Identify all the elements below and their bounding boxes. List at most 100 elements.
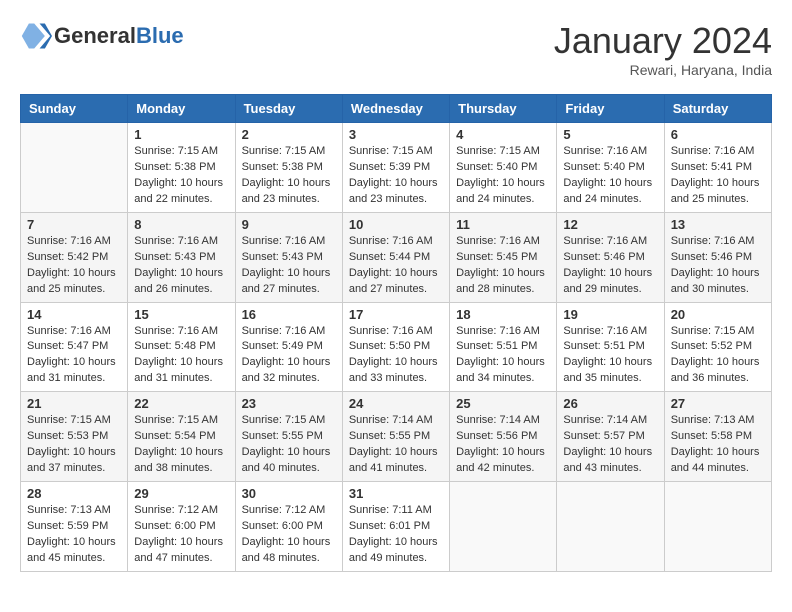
day-info: Sunrise: 7:11 AMSunset: 6:01 PMDaylight:…	[349, 503, 443, 567]
day-number: 14	[27, 307, 121, 322]
day-number: 28	[27, 486, 121, 501]
calendar-cell: 20 Sunrise: 7:15 AMSunset: 5:52 PMDayligh…	[664, 302, 771, 392]
weekday-header-tuesday: Tuesday	[235, 95, 342, 123]
calendar-cell	[21, 123, 128, 213]
day-number: 2	[242, 127, 336, 142]
calendar-cell: 19 Sunrise: 7:16 AMSunset: 5:51 PMDayligh…	[557, 302, 664, 392]
day-info: Sunrise: 7:16 AMSunset: 5:50 PMDaylight:…	[349, 324, 443, 388]
calendar-cell: 23Sunrise: 7:15 AMSunset: 5:55 PMDayligh…	[235, 392, 342, 482]
calendar-cell: 27Sunrise: 7:13 AMSunset: 5:58 PMDayligh…	[664, 392, 771, 482]
day-number: 25	[456, 396, 550, 411]
week-row-4: 21Sunrise: 7:15 AMSunset: 5:53 PMDayligh…	[21, 392, 772, 482]
day-info: Sunrise: 7:15 AMSunset: 5:38 PMDaylight:…	[242, 144, 336, 208]
page-header: GeneralBlue January 2024 Rewari, Haryana…	[20, 20, 772, 78]
day-info: Sunrise: 7:16 AMSunset: 5:48 PMDaylight:…	[134, 324, 228, 388]
day-info: Sunrise: 7:12 AMSunset: 6:00 PMDaylight:…	[134, 503, 228, 567]
day-info: Sunrise: 7:16 AMSunset: 5:47 PMDaylight:…	[27, 324, 121, 388]
calendar-cell: 3 Sunrise: 7:15 AMSunset: 5:39 PMDaylight…	[342, 123, 449, 213]
day-number: 6	[671, 127, 765, 142]
calendar-cell: 29 Sunrise: 7:12 AMSunset: 6:00 PMDayligh…	[128, 482, 235, 572]
day-info: Sunrise: 7:16 AMSunset: 5:46 PMDaylight:…	[563, 234, 657, 298]
calendar-cell: 22 Sunrise: 7:15 AMSunset: 5:54 PMDayligh…	[128, 392, 235, 482]
day-number: 20	[671, 307, 765, 322]
calendar-cell: 13 Sunrise: 7:16 AMSunset: 5:46 PMDayligh…	[664, 212, 771, 302]
title-block: January 2024 Rewari, Haryana, India	[554, 20, 772, 78]
day-info: Sunrise: 7:16 AMSunset: 5:51 PMDaylight:…	[563, 324, 657, 388]
weekday-header-monday: Monday	[128, 95, 235, 123]
calendar-cell: 17 Sunrise: 7:16 AMSunset: 5:50 PMDayligh…	[342, 302, 449, 392]
day-number: 22	[134, 396, 228, 411]
day-info: Sunrise: 7:16 AMSunset: 5:51 PMDaylight:…	[456, 324, 550, 388]
day-info: Sunrise: 7:15 AMSunset: 5:52 PMDaylight:…	[671, 324, 765, 388]
week-row-5: 28Sunrise: 7:13 AMSunset: 5:59 PMDayligh…	[21, 482, 772, 572]
calendar-cell	[557, 482, 664, 572]
day-info: Sunrise: 7:16 AMSunset: 5:40 PMDaylight:…	[563, 144, 657, 208]
day-info: Sunrise: 7:16 AMSunset: 5:43 PMDaylight:…	[134, 234, 228, 298]
calendar-table: SundayMondayTuesdayWednesdayThursdayFrid…	[20, 94, 772, 572]
day-number: 19	[563, 307, 657, 322]
calendar-cell: 31Sunrise: 7:11 AMSunset: 6:01 PMDayligh…	[342, 482, 449, 572]
calendar-cell: 14 Sunrise: 7:16 AMSunset: 5:47 PMDayligh…	[21, 302, 128, 392]
day-number: 15	[134, 307, 228, 322]
day-number: 17	[349, 307, 443, 322]
day-number: 29	[134, 486, 228, 501]
day-info: Sunrise: 7:16 AMSunset: 5:44 PMDaylight:…	[349, 234, 443, 298]
day-number: 1	[134, 127, 228, 142]
day-info: Sunrise: 7:15 AMSunset: 5:55 PMDaylight:…	[242, 413, 336, 477]
day-info: Sunrise: 7:15 AMSunset: 5:54 PMDaylight:…	[134, 413, 228, 477]
logo: GeneralBlue	[20, 20, 184, 52]
calendar-cell: 25 Sunrise: 7:14 AMSunset: 5:56 PMDayligh…	[450, 392, 557, 482]
calendar-cell: 12 Sunrise: 7:16 AMSunset: 5:46 PMDayligh…	[557, 212, 664, 302]
day-info: Sunrise: 7:15 AMSunset: 5:39 PMDaylight:…	[349, 144, 443, 208]
calendar-cell	[450, 482, 557, 572]
weekday-header-thursday: Thursday	[450, 95, 557, 123]
weekday-header-saturday: Saturday	[664, 95, 771, 123]
weekday-header-wednesday: Wednesday	[342, 95, 449, 123]
weekday-header-row: SundayMondayTuesdayWednesdayThursdayFrid…	[21, 95, 772, 123]
day-number: 13	[671, 217, 765, 232]
location-subtitle: Rewari, Haryana, India	[554, 62, 772, 78]
day-number: 24	[349, 396, 443, 411]
calendar-cell: 21Sunrise: 7:15 AMSunset: 5:53 PMDayligh…	[21, 392, 128, 482]
day-number: 30	[242, 486, 336, 501]
calendar-cell: 15 Sunrise: 7:16 AMSunset: 5:48 PMDayligh…	[128, 302, 235, 392]
calendar-cell	[664, 482, 771, 572]
day-info: Sunrise: 7:16 AMSunset: 5:42 PMDaylight:…	[27, 234, 121, 298]
day-info: Sunrise: 7:16 AMSunset: 5:41 PMDaylight:…	[671, 144, 765, 208]
month-title: January 2024	[554, 20, 772, 62]
day-info: Sunrise: 7:13 AMSunset: 5:58 PMDaylight:…	[671, 413, 765, 477]
calendar-cell: 8Sunrise: 7:16 AMSunset: 5:43 PMDaylight…	[128, 212, 235, 302]
day-info: Sunrise: 7:15 AMSunset: 5:38 PMDaylight:…	[134, 144, 228, 208]
logo-icon	[20, 20, 52, 52]
day-info: Sunrise: 7:12 AMSunset: 6:00 PMDaylight:…	[242, 503, 336, 567]
day-info: Sunrise: 7:14 AMSunset: 5:55 PMDaylight:…	[349, 413, 443, 477]
calendar-cell: 30 Sunrise: 7:12 AMSunset: 6:00 PMDayligh…	[235, 482, 342, 572]
week-row-3: 14 Sunrise: 7:16 AMSunset: 5:47 PMDayligh…	[21, 302, 772, 392]
day-number: 12	[563, 217, 657, 232]
day-number: 7	[27, 217, 121, 232]
day-number: 5	[563, 127, 657, 142]
day-number: 3	[349, 127, 443, 142]
calendar-cell: 10 Sunrise: 7:16 AMSunset: 5:44 PMDayligh…	[342, 212, 449, 302]
weekday-header-friday: Friday	[557, 95, 664, 123]
day-number: 10	[349, 217, 443, 232]
calendar-cell: 24 Sunrise: 7:14 AMSunset: 5:55 PMDayligh…	[342, 392, 449, 482]
day-info: Sunrise: 7:15 AMSunset: 5:53 PMDaylight:…	[27, 413, 121, 477]
calendar-cell: 6 Sunrise: 7:16 AMSunset: 5:41 PMDaylight…	[664, 123, 771, 213]
day-info: Sunrise: 7:16 AMSunset: 5:43 PMDaylight:…	[242, 234, 336, 298]
day-info: Sunrise: 7:14 AMSunset: 5:57 PMDaylight:…	[563, 413, 657, 477]
day-number: 4	[456, 127, 550, 142]
day-info: Sunrise: 7:15 AMSunset: 5:40 PMDaylight:…	[456, 144, 550, 208]
day-number: 9	[242, 217, 336, 232]
day-info: Sunrise: 7:14 AMSunset: 5:56 PMDaylight:…	[456, 413, 550, 477]
calendar-cell: 1 Sunrise: 7:15 AMSunset: 5:38 PMDaylight…	[128, 123, 235, 213]
calendar-cell: 2 Sunrise: 7:15 AMSunset: 5:38 PMDaylight…	[235, 123, 342, 213]
day-number: 18	[456, 307, 550, 322]
calendar-cell: 11Sunrise: 7:16 AMSunset: 5:45 PMDayligh…	[450, 212, 557, 302]
day-info: Sunrise: 7:16 AMSunset: 5:49 PMDaylight:…	[242, 324, 336, 388]
day-info: Sunrise: 7:16 AMSunset: 5:46 PMDaylight:…	[671, 234, 765, 298]
calendar-cell: 7 Sunrise: 7:16 AMSunset: 5:42 PMDaylight…	[21, 212, 128, 302]
day-number: 26	[563, 396, 657, 411]
week-row-1: 1 Sunrise: 7:15 AMSunset: 5:38 PMDaylight…	[21, 123, 772, 213]
day-number: 16	[242, 307, 336, 322]
